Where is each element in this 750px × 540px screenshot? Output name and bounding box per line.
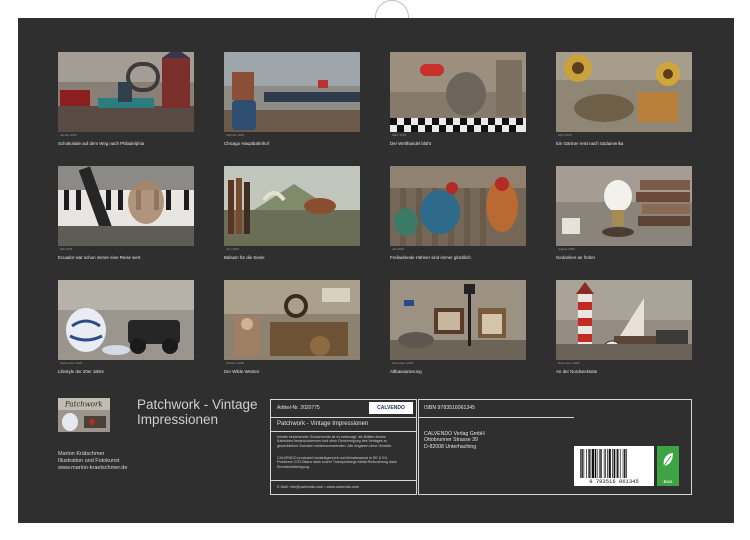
barcode-bar — [607, 449, 608, 478]
isbn-number: ISBN 9783516061345 — [424, 405, 476, 411]
image-caption: Ein Gärtner reist nach Südamerika — [556, 141, 624, 146]
month-label: Mai 2025 — [60, 247, 73, 251]
calendar-back-cover: Januar 2025 Schokolade auf dem Weg nach … — [18, 18, 734, 523]
isbn-panel: ISBN 9783516061345 CALVENDO Verlag GmbH … — [418, 399, 692, 495]
image-caption: Chicago Hauptbahnhof — [224, 141, 269, 146]
eco-badge: ECO — [657, 446, 679, 486]
month-label: Juni 2025 — [226, 247, 240, 251]
author-profession: Illustration und Fotokunst — [58, 458, 120, 464]
barcode-bar — [613, 449, 615, 478]
contact-line[interactable]: E-Mail: info@calvendo.com • www.calvendo… — [277, 485, 359, 489]
publisher-city: D-82008 Unterhaching — [424, 443, 477, 450]
article-number: Artikel-Nr. 2020775 — [277, 405, 320, 411]
image-caption: Der Welthandel blüht — [390, 141, 431, 146]
barcode-bar — [615, 449, 617, 478]
author-website[interactable]: www.marion-kraetschmer.de — [58, 465, 127, 472]
collage-image — [58, 52, 194, 132]
collage-image — [390, 280, 526, 360]
collage-image — [556, 166, 692, 246]
barcode-bar — [583, 449, 585, 478]
month-label: Juli 2025 — [392, 247, 405, 251]
month-label: April 2025 — [558, 133, 572, 137]
collage-image — [224, 280, 360, 360]
svg-text:Patchwork: Patchwork — [64, 401, 103, 409]
barcode-bar — [591, 449, 594, 478]
barcode-bar — [600, 449, 602, 478]
collage-image — [390, 52, 526, 132]
barcode-number: 9 783516 061345 — [589, 478, 639, 485]
barcode-bar — [624, 449, 626, 478]
publisher-street: Ottobrunner Strasse 39 — [424, 437, 478, 444]
barcode-bar — [590, 449, 592, 478]
barcode-bar — [622, 449, 624, 478]
image-caption: Lifestyle der 20er Jahre — [58, 369, 104, 374]
barcode-bar — [581, 449, 583, 478]
leaf-icon — [663, 453, 673, 467]
image-caption: Schokolade auf dem Weg nach Philadelphia — [58, 141, 145, 146]
barcode-bar — [612, 449, 613, 478]
image-caption: An der Nordseeküste — [556, 369, 598, 374]
barcode-bar — [605, 449, 606, 478]
article-info-panel: Artikel-Nr. 2020775 CALVENDO Patchwork -… — [270, 399, 417, 495]
barcode-bar — [596, 449, 598, 478]
month-label: Oktober 2025 — [226, 361, 245, 365]
image-caption: Der Wilde Westen — [224, 369, 260, 374]
product-title: Patchwork - Vintage Impressionen — [277, 421, 369, 427]
publisher-address: CALVENDO Verlag GmbH Ottobrunner Strasse… — [424, 431, 485, 450]
barcode-bar — [603, 449, 605, 478]
image-caption: Freilaufende Hühner sind immer glücklich — [390, 255, 471, 260]
barcode-bar — [608, 449, 611, 478]
collage-image — [58, 280, 194, 360]
collage-image — [556, 280, 692, 360]
climate-text: CALVENDO produziert bedarfsgerecht und k… — [277, 456, 397, 469]
author-name: Marion Krätschmer — [58, 451, 105, 457]
month-label: September 2025 — [60, 361, 83, 365]
barcode-bar — [617, 449, 619, 478]
month-label: Januar 2025 — [60, 133, 77, 137]
month-label: März 2025 — [392, 133, 407, 137]
cover-thumbnail: Patchwork — [58, 398, 110, 432]
barcode-bar — [598, 449, 600, 478]
month-label: Februar 2025 — [226, 133, 245, 137]
image-caption: Balsam für die Seele — [224, 255, 265, 260]
collage-image — [556, 52, 692, 132]
barcode-bar — [626, 449, 627, 478]
author-block: Marion Krätschmer Illustration und Fotok… — [58, 451, 127, 472]
image-caption: Ecuador war schon immer eine Reise wert — [58, 255, 141, 260]
month-label: August 2025 — [558, 247, 575, 251]
calvendo-logo: CALVENDO — [369, 402, 413, 414]
calendar-title: Patchwork - Vintage Impressionen — [137, 397, 258, 427]
image-caption: Altbausanierung — [390, 369, 422, 374]
barcode: 9 783516 061345 — [574, 446, 654, 486]
month-label: November 2025 — [392, 361, 414, 365]
collage-image — [224, 52, 360, 132]
collage-image — [58, 166, 194, 246]
barcode-bar — [588, 449, 590, 478]
barcode-bar — [586, 449, 587, 478]
legal-text: Inhalte bestehender Schutzrechte ist es … — [277, 435, 392, 448]
image-caption: Gedanken an früher — [556, 255, 596, 260]
barcode-bar — [594, 449, 597, 478]
barcode-bar — [580, 449, 581, 478]
collage-image — [224, 166, 360, 246]
collage-image — [390, 166, 526, 246]
month-label: Dezember 2025 — [558, 361, 580, 365]
barcode-bar — [619, 449, 621, 478]
